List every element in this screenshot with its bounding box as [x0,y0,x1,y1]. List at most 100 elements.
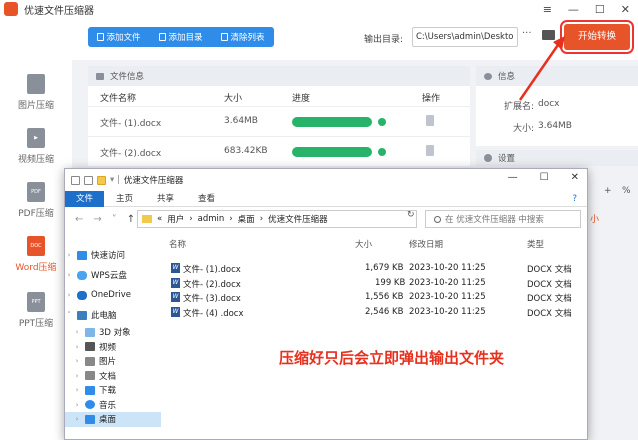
nav-item-this-pc[interactable]: ˅ 此电脑 [65,305,161,325]
browse-more-button[interactable]: ··· [522,28,532,39]
breadcrumb-item[interactable]: 优速文件压缩器 [268,213,328,225]
chevron-down-icon[interactable]: ▾ | [110,175,120,185]
chevron-icon[interactable]: ˅ [65,311,73,319]
output-dir-input[interactable]: C:\Users\admin\Deskto [412,27,518,47]
chevron-icon[interactable]: › [73,401,81,409]
delete-icon[interactable] [426,115,434,126]
list-item[interactable]: W 文件- (3).docx 1,556 KB 2023-10-20 11:25… [165,290,585,305]
up-icon[interactable]: ↑ [127,214,135,225]
nav-item-quick-access[interactable]: › 快速访问 [65,245,161,265]
list-item[interactable]: W 文件- (4) .docx 2,546 KB 2023-10-20 11:2… [165,305,585,320]
sidebar-item-word[interactable]: DOC Word压缩 [0,236,72,273]
nav-item-music[interactable]: › 音乐 [65,398,161,413]
folder-icon [159,33,167,41]
list-icon [96,72,104,80]
minimize-icon[interactable]: — [508,172,518,183]
list-item[interactable]: W 文件- (2).docx 199 KB 2023-10-20 11:25 D… [165,276,585,291]
trash-icon [221,33,229,41]
folder-icon[interactable] [97,175,106,185]
tab-view[interactable]: 查看 [186,191,227,207]
chevron-icon[interactable]: › [65,291,73,299]
refresh-icon[interactable]: ↻ [407,210,415,220]
save-icon[interactable] [71,175,80,185]
column-header-size[interactable]: 大小 [355,238,372,250]
tab-share[interactable]: 共享 [145,191,186,207]
close-icon[interactable]: ✕ [621,3,630,16]
nav-item-downloads[interactable]: › 下载 [65,383,161,398]
close-icon[interactable]: ✕ [571,172,579,183]
chevron-icon[interactable]: › [73,328,81,336]
document-folder-icon [85,371,95,381]
breadcrumb[interactable]: « 用户 › admin › 桌面 › 优速文件压缩器 [137,210,417,228]
nav-item-pictures[interactable]: › 图片 [65,354,161,369]
nav-item-onedrive[interactable]: › OneDrive [65,285,161,305]
info-ext-row: 扩展名: docx [476,94,638,116]
breadcrumb-item[interactable]: 桌面 [238,213,255,225]
checkbox-icon[interactable] [84,175,93,185]
column-header-date[interactable]: 修改日期 [409,238,443,250]
music-icon [85,400,95,410]
back-icon[interactable]: ← [75,214,83,225]
breadcrumb-item[interactable]: admin [198,214,225,224]
tab-file[interactable]: 文件 [65,190,105,207]
star-icon [77,250,87,260]
chevron-icon[interactable]: › [73,357,81,365]
tab-home[interactable]: 主页 [104,191,145,207]
column-header-type[interactable]: 类型 [527,238,544,250]
chevron-icon[interactable]: › [73,415,81,423]
table-row[interactable]: 文件- (2).docx 683.42KB [88,136,470,166]
sidebar-item-video[interactable]: ▶ 视频压缩 [0,128,72,165]
recent-icon[interactable]: ˅ [112,214,117,225]
cube-icon [85,327,95,337]
forward-icon[interactable]: → [93,214,101,225]
maximize-icon[interactable]: ☐ [540,172,549,183]
file-type: DOCX 文档 [527,279,572,290]
nav-label: 下载 [99,386,117,397]
sidebar-item-label: 视频压缩 [17,155,54,165]
settings-header: 设置 [476,150,638,166]
list-item[interactable]: W 文件- (1).docx 1,679 KB 2023-10-20 11:25… [165,261,585,276]
explorer-ribbon: 文件 主页 共享 查看 ? [65,190,587,207]
chevron-icon[interactable]: › [73,343,81,351]
nav-item-3d[interactable]: › 3D 对象 [65,325,161,340]
nav-item-videos[interactable]: › 视频 [65,340,161,355]
sidebar-item-ppt[interactable]: PPT PPT压缩 [0,292,72,329]
start-convert-button[interactable]: 开始转换 [560,20,634,54]
plus-button[interactable]: + [604,186,612,196]
table-row[interactable]: 文件- (1).docx 3.64MB [88,106,470,136]
open-folder-icon[interactable] [542,30,555,40]
menu-icon[interactable]: ≡ [543,3,552,16]
nav-label: 此电脑 [91,311,117,321]
file-list-columns: 名称 大小 修改日期 类型 [165,231,585,253]
word-doc-icon: W [171,292,180,302]
app-title: 优速文件压缩器 [24,5,94,17]
explorer-window: ▾ | 优速文件压缩器 — ☐ ✕ 文件 主页 共享 查看 ? ← → ˅ ↑ … [64,168,588,440]
breadcrumb-overflow[interactable]: « [157,214,162,224]
delete-icon[interactable] [426,145,434,156]
search-input[interactable]: 在 优速文件压缩器 中搜索 [425,210,581,228]
nav-label: 3D 对象 [99,328,131,339]
add-folder-button[interactable]: 添加目录 [159,31,203,43]
add-file-button[interactable]: 添加文件 [97,31,141,43]
nav-item-documents[interactable]: › 文档 [65,369,161,384]
chevron-icon[interactable]: › [65,271,73,279]
column-header-name[interactable]: 名称 [169,238,186,250]
size-value: 3.64MB [538,121,572,131]
chevron-icon[interactable]: › [73,372,81,380]
chevron-icon[interactable]: › [73,386,81,394]
image-file-icon [27,74,45,94]
clear-list-button[interactable]: 清除列表 [221,31,265,43]
sidebar-item-image[interactable]: 图片压缩 [0,74,72,111]
sidebar-item-pdf[interactable]: PDF PDF压缩 [0,182,72,219]
breadcrumb-item[interactable]: 用户 [167,213,184,225]
nav-item-wps-cloud[interactable]: › WPS云盘 [65,265,161,285]
chevron-icon[interactable]: › [65,251,73,259]
file-type: DOCX 文档 [527,265,572,275]
nav-item-desktop[interactable]: › 桌面 [65,412,161,427]
maximize-icon[interactable]: ☐ [595,3,605,16]
help-icon[interactable]: ? [560,191,587,207]
ppt-file-icon: PPT [27,292,45,312]
nav-label: 视频 [99,342,117,353]
word-doc-icon: W [171,306,180,317]
minimize-icon[interactable]: — [568,3,579,16]
